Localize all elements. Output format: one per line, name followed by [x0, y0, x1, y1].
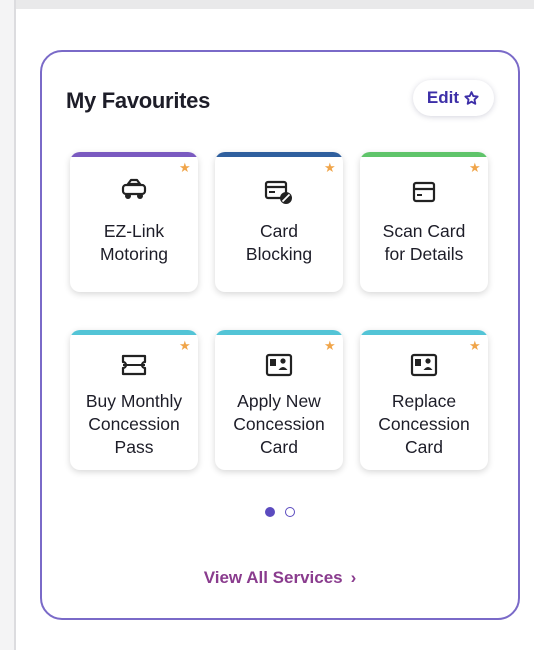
tile-stripe	[215, 330, 343, 335]
edit-label: Edit	[426, 88, 459, 107]
view-all-services-link[interactable]: View All Services ›	[42, 568, 518, 588]
view-all-label: View All Services	[203, 568, 343, 587]
section-title: My Favourites	[66, 88, 211, 113]
tile-replace-concession-card[interactable]: ★ Replace Concession Card	[360, 330, 488, 470]
left-rail	[0, 0, 16, 650]
page-dot-2[interactable]	[285, 507, 295, 517]
card-block-icon	[264, 180, 292, 204]
favourite-star-icon: ★	[324, 160, 336, 175]
tile-buy-monthly-concession-pass[interactable]: ★ Buy Monthly Concession Pass	[70, 330, 198, 470]
car-icon	[121, 178, 147, 199]
tile-label: Replace Concession Card	[378, 391, 470, 457]
tile-stripe	[360, 330, 488, 335]
tile-card-blocking[interactable]: ★ Card Blocking	[215, 152, 343, 292]
tile-ez-link-motoring[interactable]: ★ EZ-Link Motoring	[70, 152, 198, 292]
ticket-icon	[121, 354, 147, 376]
tile-label: EZ-Link Motoring	[99, 221, 169, 264]
chevron-right-icon: ›	[350, 568, 357, 587]
favourites-card: My Favourites Edit ★ EZ-Link Motoring ★ …	[40, 50, 520, 620]
tile-stripe	[70, 152, 198, 157]
star-outline-icon	[464, 90, 479, 105]
tile-apply-new-concession-card[interactable]: ★ Apply New Concession Card	[215, 330, 343, 470]
top-bar	[0, 0, 534, 9]
pagination-dots	[42, 507, 518, 517]
tile-stripe	[215, 152, 343, 157]
edit-button[interactable]: Edit	[412, 80, 494, 116]
tile-label: Card Blocking	[245, 221, 313, 264]
tile-label: Apply New Concession Card	[233, 391, 325, 457]
id-card-icon	[265, 353, 293, 377]
favourite-star-icon: ★	[469, 160, 481, 175]
tile-stripe	[360, 152, 488, 157]
favourite-star-icon: ★	[179, 338, 191, 353]
tile-label: Scan Card for Details	[382, 221, 466, 264]
card-icon	[412, 181, 436, 203]
favourite-star-icon: ★	[179, 160, 191, 175]
tile-label: Buy Monthly Concession Pass	[85, 391, 183, 457]
page-dot-1[interactable]	[265, 507, 275, 517]
id-card-icon	[410, 353, 438, 377]
tile-scan-card-for-details[interactable]: ★ Scan Card for Details	[360, 152, 488, 292]
tile-stripe	[70, 330, 198, 335]
favourite-star-icon: ★	[324, 338, 336, 353]
favourite-star-icon: ★	[469, 338, 481, 353]
